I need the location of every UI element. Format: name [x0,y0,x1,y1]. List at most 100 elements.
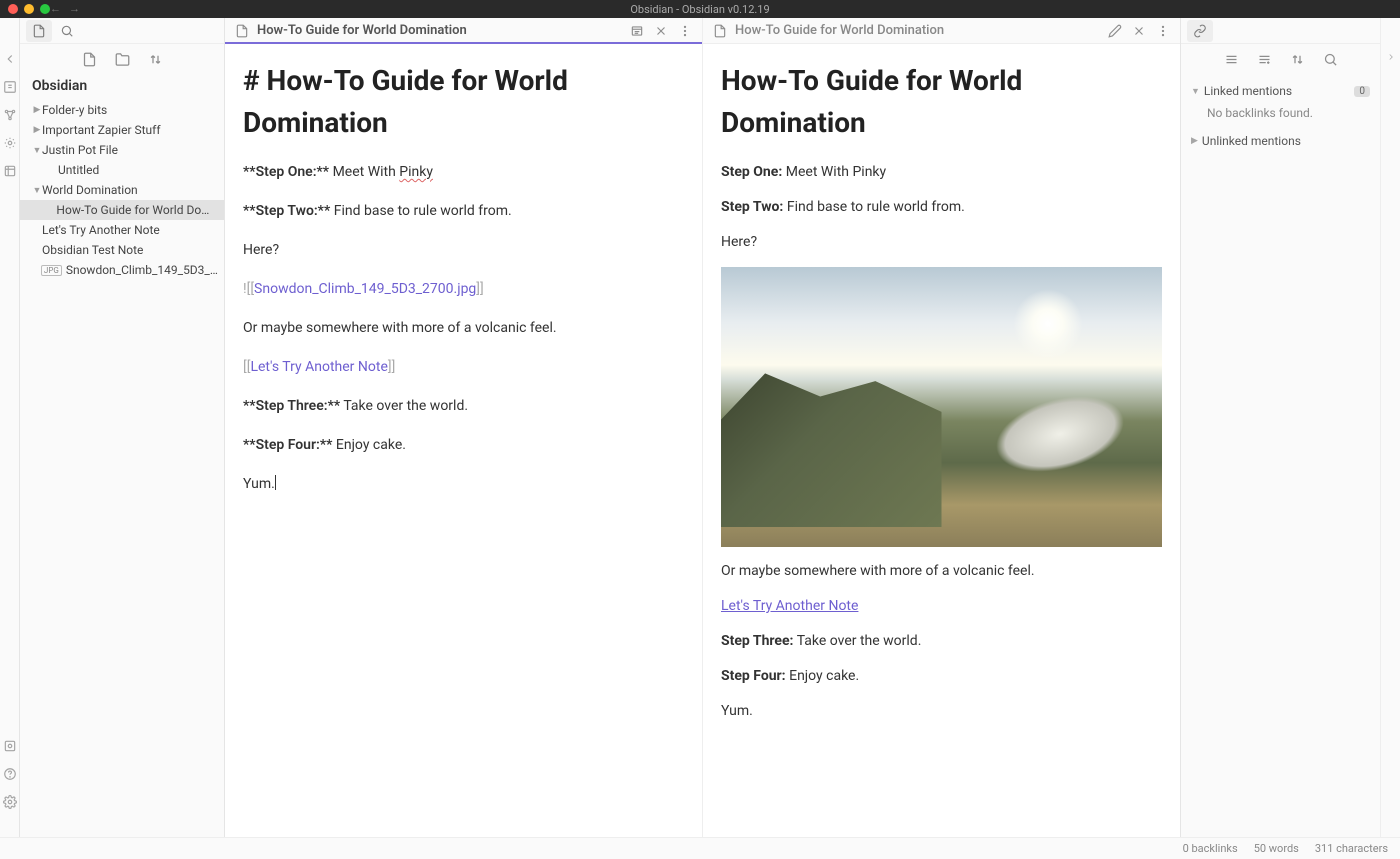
editor-line-step2: **Step Two:** Find base to rule world fr… [243,201,684,222]
tree-item-note[interactable]: How-To Guide for World Domination [20,200,224,220]
preview-step3: Step Three: Take over the world. [721,631,1162,652]
backlinks-actions [1181,44,1380,74]
editor-line-step3: **Step Three:** Take over the world. [243,396,684,417]
file-explorer-actions [20,44,224,74]
preview-pane-header: How-To Guide for World Domination [703,18,1180,44]
titlebar: ← → Obsidian - Obsidian v0.12.19 [0,0,1400,18]
preview-body[interactable]: How-To Guide for World Domination Step O… [703,44,1180,837]
collapse-results-icon[interactable] [1224,52,1239,67]
preview-yum: Yum. [721,701,1162,722]
editor-tab-title: How-To Guide for World Domination [257,23,622,38]
linked-mentions-count: 0 [1354,86,1370,97]
help-icon[interactable] [3,767,17,781]
minimize-window-button[interactable] [24,4,34,14]
sort-icon[interactable] [148,52,163,67]
file-type-badge: JPG [41,265,62,276]
edit-mode-icon[interactable] [1108,24,1122,38]
more-options-icon[interactable] [678,24,692,38]
close-window-button[interactable] [8,4,18,14]
editor-line-here: Here? [243,240,684,261]
preview-here: Here? [721,232,1162,253]
tree-item-label: Untitled [58,163,99,177]
preview-mode-icon[interactable] [630,24,644,38]
right-sidebar-tabs [1181,18,1380,44]
new-note-icon[interactable] [82,52,97,67]
file-tree: ▶Folder-y bits▶Important Zapier Stuff▼Ju… [20,100,224,280]
command-palette-icon[interactable] [3,136,17,150]
tree-item-label: Justin Pot File [42,143,118,157]
tree-caret-icon: ▼ [32,145,42,156]
preview-pane: How-To Guide for World Domination How-To… [703,18,1180,837]
tree-item-folder[interactable]: ▶Folder-y bits [20,100,224,120]
tree-caret-icon: ▼ [32,185,42,196]
new-folder-icon[interactable] [115,52,130,67]
sort-backlinks-icon[interactable] [1290,52,1305,67]
collapse-left-icon[interactable] [3,52,17,66]
status-backlinks: 0 backlinks [1183,842,1238,855]
tree-item-attachment[interactable]: JPG Snowdon_Climb_149_5D3_2700 [20,260,224,280]
unlinked-mentions-label: Unlinked mentions [1202,134,1301,148]
preview-volcanic: Or maybe somewhere with more of a volcan… [721,561,1162,582]
status-bar: 0 backlinks 50 words 311 characters [0,837,1400,859]
left-sidebar: Obsidian ▶Folder-y bits▶Important Zapier… [20,18,225,837]
vault-switcher-icon[interactable] [3,739,17,753]
text-cursor [275,475,276,490]
tree-item-label: Snowdon_Climb_149_5D3_2700 [66,263,218,277]
editor-pane-header: How-To Guide for World Domination [225,18,702,44]
status-words: 50 words [1254,842,1299,855]
file-explorer-tab[interactable] [26,20,52,42]
unlinked-mentions-section[interactable]: ▶ Unlinked mentions [1191,130,1370,152]
settings-icon[interactable] [3,795,17,809]
tree-item-folder[interactable]: ▼World Domination [20,180,224,200]
editor-line-embed: ![[Snowdon_Climb_149_5D3_2700.jpg]] [243,279,684,300]
note-icon [713,24,727,38]
tree-item-note[interactable]: Obsidian Test Note [20,240,224,260]
backlinks-empty-text: No backlinks found. [1191,102,1370,130]
window-title: Obsidian - Obsidian v0.12.19 [630,3,769,16]
tree-item-label: World Domination [42,183,138,197]
internal-link[interactable]: Let's Try Another Note [721,598,858,614]
history-nav: ← → [50,2,80,15]
tree-item-label: Let's Try Another Note [42,223,160,237]
status-chars: 311 characters [1315,842,1388,855]
preview-step4: Step Four: Enjoy cake. [721,666,1162,687]
maximize-window-button[interactable] [40,4,50,14]
nav-back-icon[interactable]: ← [50,2,61,15]
more-options-icon[interactable] [1156,24,1170,38]
tree-item-note[interactable]: Let's Try Another Note [20,220,224,240]
linked-mentions-label: Linked mentions [1204,84,1292,98]
nav-forward-icon[interactable]: → [69,2,80,15]
close-pane-icon[interactable] [654,24,668,38]
editor-heading: # How-To Guide for World Domination [243,60,684,144]
tree-item-folder[interactable]: ▶Important Zapier Stuff [20,120,224,140]
backlinks-panel: ▼ Linked mentions 0 No backlinks found. … [1181,74,1380,158]
preview-tab-title: How-To Guide for World Domination [735,23,1100,38]
preview-step1: Step One: Meet With Pinky [721,162,1162,183]
graph-view-icon[interactable] [3,108,17,122]
backlinks-tab[interactable] [1187,20,1213,42]
right-collapse-handle[interactable] [1380,18,1400,837]
left-ribbon [0,18,20,837]
tree-item-label: Important Zapier Stuff [42,123,161,137]
templates-icon[interactable] [3,164,17,178]
tree-item-folder[interactable]: ▼Justin Pot File [20,140,224,160]
show-context-icon[interactable] [1257,52,1272,67]
tree-item-label: Obsidian Test Note [42,243,143,257]
editor-line-step4: **Step Four:** Enjoy cake. [243,435,684,456]
traffic-lights [8,4,50,14]
linked-mentions-section[interactable]: ▼ Linked mentions 0 [1191,80,1370,102]
right-sidebar: ▼ Linked mentions 0 No backlinks found. … [1180,18,1380,837]
tree-item-note[interactable]: Untitled [20,160,224,180]
workspace-panes: How-To Guide for World Domination # How-… [225,18,1180,837]
editor-body[interactable]: # How-To Guide for World Domination **St… [225,44,702,837]
embedded-image [721,267,1162,547]
quick-switcher-icon[interactable] [3,80,17,94]
note-icon [235,24,249,38]
left-sidebar-tabs [20,18,224,44]
search-tab[interactable] [54,20,80,42]
search-backlinks-icon[interactable] [1323,52,1338,67]
close-pane-icon[interactable] [1132,24,1146,38]
tree-caret-icon: ▶ [32,125,42,135]
preview-step2: Step Two: Find base to rule world from. [721,197,1162,218]
chevron-right-icon [1386,52,1396,62]
